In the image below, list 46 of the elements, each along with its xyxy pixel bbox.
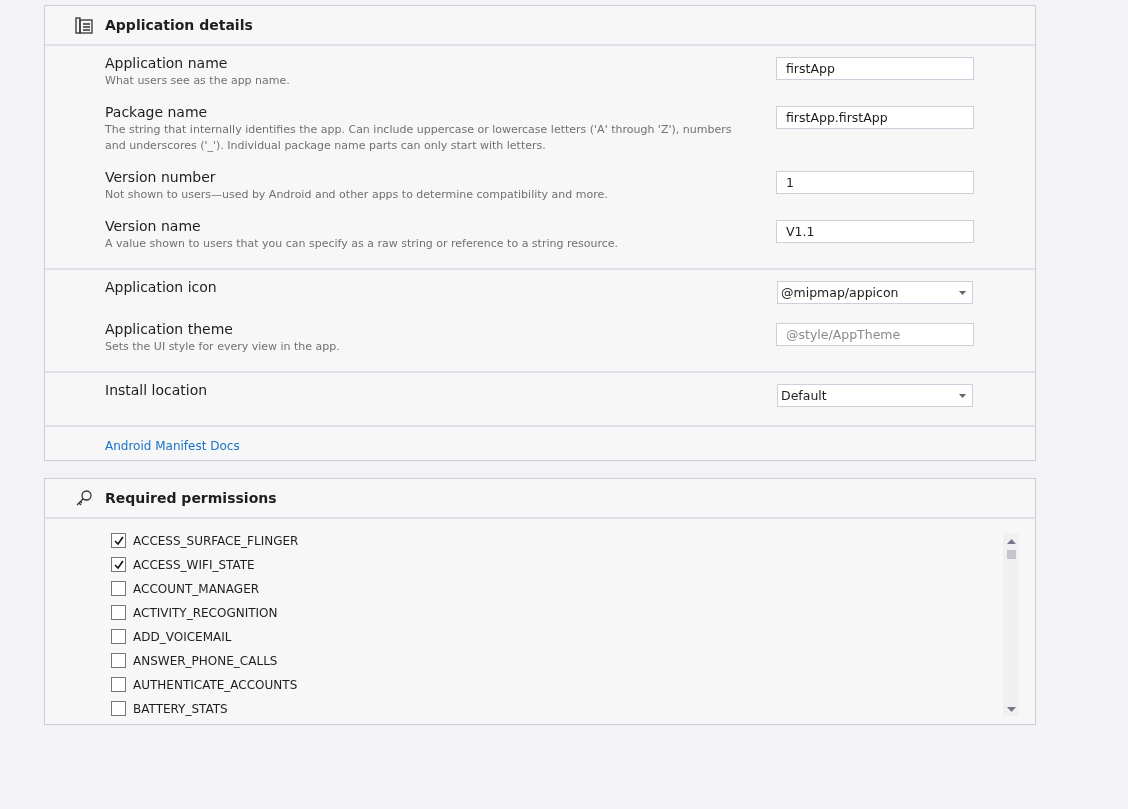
field-description: The string that internally identifies the app. Can include uppercase or lowercase letters ('A' through 'Z'), numbers and underscores ('_'). Individual package name parts can only start with letters. (105, 122, 733, 154)
field-label: Package name (105, 104, 209, 120)
scroll-down-arrow-icon[interactable] (1006, 707, 1016, 712)
field-description: Sets the UI style for every view in the app. (105, 339, 341, 355)
checkbox[interactable] (111, 581, 126, 596)
dropdown[interactable]: Default (777, 384, 973, 407)
field-description: What users see as the app name. (105, 73, 291, 89)
field-label: Version name (105, 218, 202, 234)
docs-link[interactable]: Android Manifest Docs (105, 439, 240, 453)
field-label: Version number (105, 169, 217, 185)
scroll-up-arrow-icon[interactable] (1006, 539, 1016, 544)
field-label: Install location (105, 382, 209, 398)
permission-label: ADD_VOICEMAIL (133, 629, 232, 644)
checkbox[interactable] (111, 701, 126, 716)
section-title: Application details (105, 17, 253, 33)
checkbox[interactable] (111, 557, 126, 572)
key-icon (75, 489, 93, 507)
scrollbar[interactable] (1003, 533, 1019, 716)
text-field[interactable]: V1.1 (776, 220, 974, 243)
permission-label: ACCOUNT_MANAGER (133, 581, 260, 596)
section-title: Required permissions (105, 490, 277, 506)
permission-label: ANSWER_PHONE_CALLS (133, 653, 278, 668)
checkbox[interactable] (111, 533, 126, 548)
text-field[interactable]: firstApp (776, 57, 974, 80)
field-label: Application theme (105, 321, 234, 337)
checkbox[interactable] (111, 653, 126, 668)
dropdown[interactable]: @mipmap/appicon (777, 281, 973, 304)
checkbox[interactable] (111, 629, 126, 644)
list-icon (75, 16, 93, 34)
permission-label: ACTIVITY_RECOGNITION (133, 605, 278, 620)
permission-label: ACCESS_WIFI_STATE (133, 557, 255, 572)
permission-label: BATTERY_STATS (133, 701, 228, 716)
field-label: Application name (105, 55, 229, 71)
permission-label: ACCESS_SURFACE_FLINGER (133, 533, 299, 548)
scrollbar-thumb[interactable] (1006, 550, 1016, 559)
field-description: A value shown to users that you can specify as a raw string or reference to a string resource. (105, 236, 620, 252)
text-field[interactable]: 1 (776, 171, 974, 194)
checkbox[interactable] (111, 677, 126, 692)
permission-label: AUTHENTICATE_ACCOUNTS (133, 677, 298, 692)
caret-icon (959, 393, 966, 398)
text-field[interactable]: firstApp.firstApp (776, 106, 974, 129)
checkbox[interactable] (111, 605, 126, 620)
field-label: Application icon (105, 279, 218, 295)
caret-icon (959, 290, 966, 295)
field-description: Not shown to users—used by Android and other apps to determine compatibility and more. (105, 187, 609, 203)
text-field[interactable]: @style/AppTheme (776, 323, 974, 346)
